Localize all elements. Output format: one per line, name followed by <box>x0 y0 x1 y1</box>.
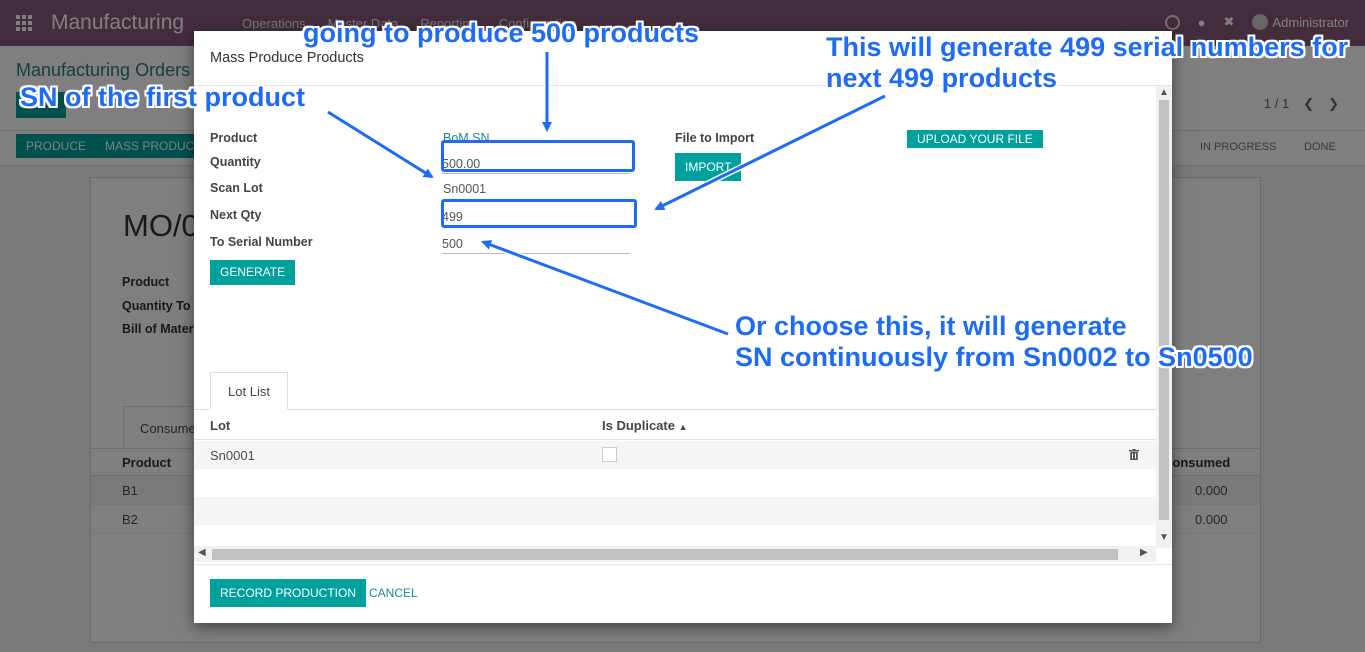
scroll-thumb[interactable] <box>1159 100 1169 520</box>
annotation-continuous-line2: SN continuously from Sn0002 to Sn0500 <box>735 342 1253 372</box>
annotation-first-sn: SN of the first product <box>20 82 305 112</box>
to-serial-input[interactable] <box>442 234 630 254</box>
lot-table-header: Lot Is Duplicate ▲ <box>194 410 1156 440</box>
scan-lot-label: Scan Lot <box>210 181 263 195</box>
annotation-next-line2: next 499 products <box>826 63 1058 93</box>
record-production-button[interactable]: RECORD PRODUCTION <box>210 579 367 607</box>
scan-lot-value[interactable]: Sn0001 <box>443 182 486 196</box>
trash-icon[interactable] <box>1129 449 1139 460</box>
col-is-duplicate[interactable]: Is Duplicate ▲ <box>602 418 688 433</box>
annotation-next-line1: This will generate 499 serial numbers fo… <box>826 32 1349 62</box>
dialog-title: Mass Produce Products <box>210 50 364 66</box>
col-is-duplicate-label: Is Duplicate <box>602 418 675 433</box>
horizontal-scrollbar[interactable]: ◀ ▶ <box>194 546 1156 562</box>
vertical-scrollbar[interactable]: ▲ ▼ <box>1156 86 1172 548</box>
annotation-continuous-line1: Or choose this, it will generate <box>735 311 1127 341</box>
file-import-label: File to Import <box>675 131 755 145</box>
upload-file-button[interactable]: UPLOAD YOUR FILE <box>907 130 1043 148</box>
product-label: Product <box>210 131 258 145</box>
next-qty-label: Next Qty <box>210 208 262 222</box>
quantity-label: Quantity <box>210 155 261 169</box>
col-lot[interactable]: Lot <box>210 418 230 433</box>
scroll-up-icon[interactable]: ▲ <box>1159 87 1169 98</box>
tab-lot-list[interactable]: Lot List <box>210 372 288 410</box>
scroll-down-icon[interactable]: ▼ <box>1159 532 1169 543</box>
to-serial-label: To Serial Number <box>210 235 313 249</box>
sort-asc-icon: ▲ <box>678 422 688 432</box>
generate-button[interactable]: GENERATE <box>210 260 296 285</box>
is-duplicate-checkbox[interactable] <box>602 447 617 462</box>
cancel-button[interactable]: CANCEL <box>369 579 418 607</box>
quantity-highlight-box <box>441 140 635 172</box>
table-row[interactable]: Sn0001 <box>194 441 1156 469</box>
import-button[interactable]: IMPORT <box>675 153 742 181</box>
scroll-thumb[interactable] <box>212 549 1118 560</box>
list-item <box>194 497 1156 525</box>
next-qty-highlight-box <box>441 199 637 228</box>
scroll-right-icon[interactable]: ▶ <box>1140 547 1148 558</box>
dialog-footer-divider <box>194 564 1172 565</box>
lot-name: Sn0001 <box>210 448 255 463</box>
annotation-produce: going to produce 500 products <box>303 18 700 48</box>
scroll-left-icon[interactable]: ◀ <box>198 547 206 558</box>
list-item <box>194 469 1156 497</box>
